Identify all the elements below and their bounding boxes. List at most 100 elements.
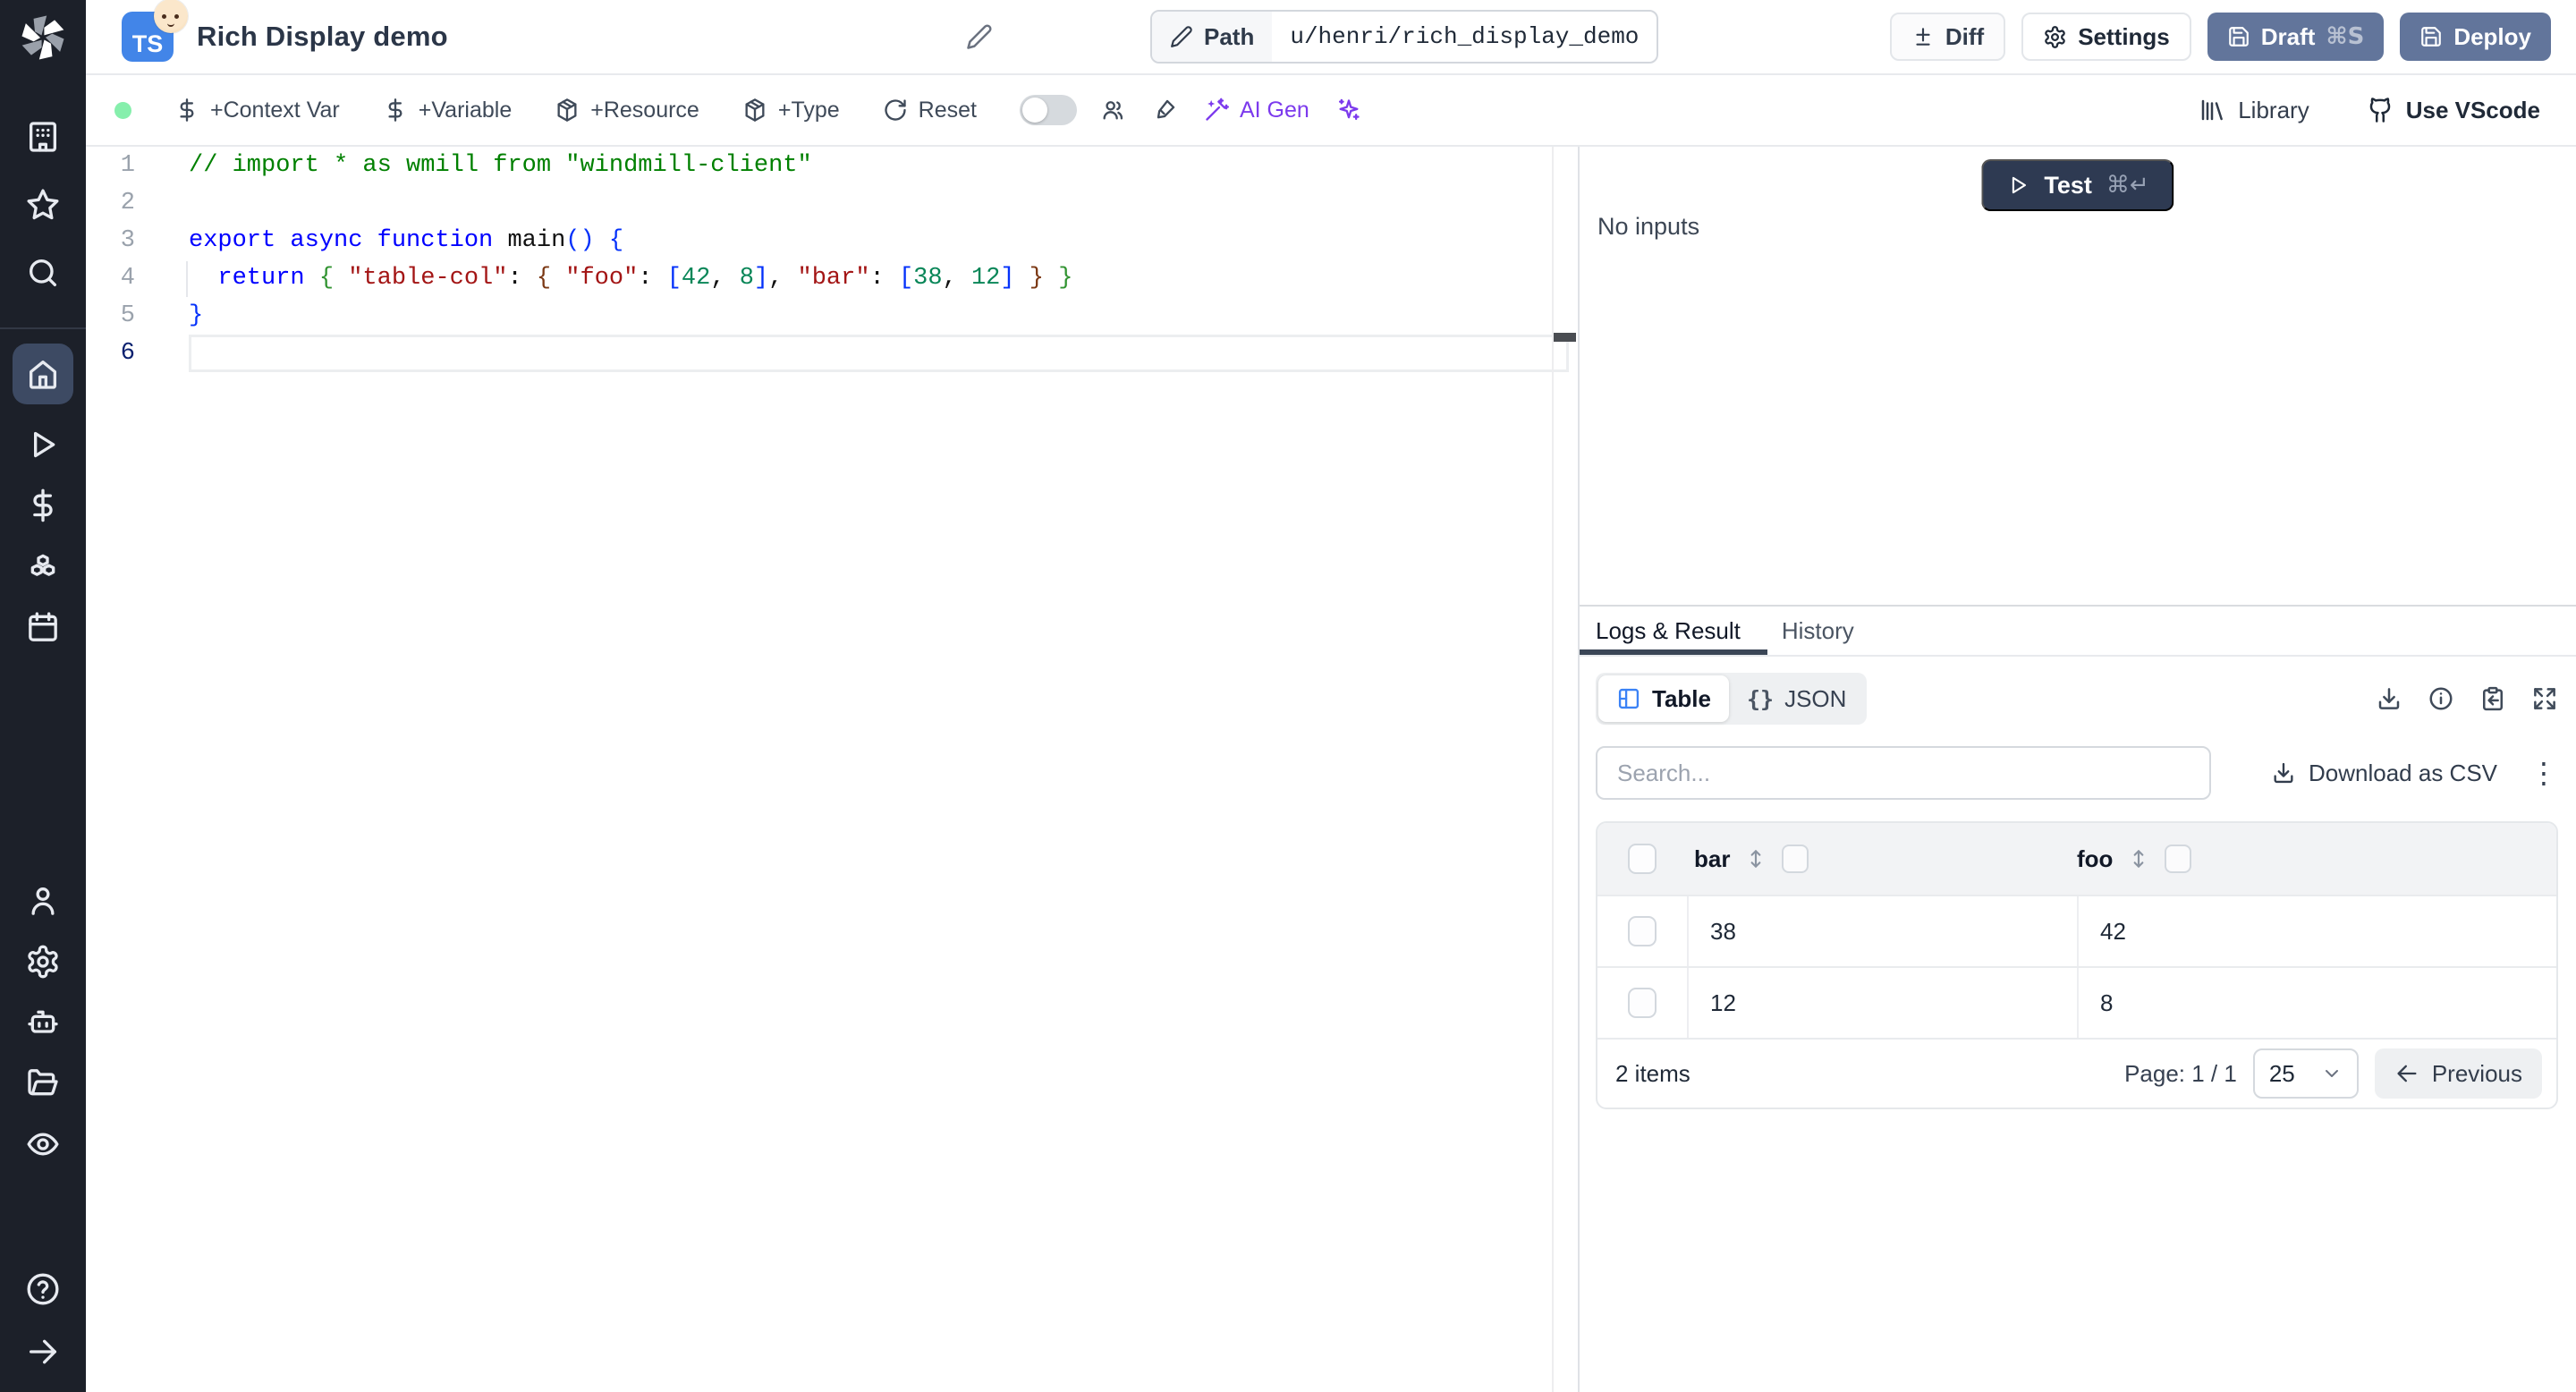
path-label: Path — [1204, 22, 1255, 50]
table-menu-kebab-icon[interactable]: ⋮ — [2529, 759, 2558, 787]
test-shortcut: ⌘↵ — [2106, 172, 2149, 199]
sidebar-item-home[interactable] — [13, 344, 73, 404]
typescript-language-badge: TS — [122, 0, 188, 62]
page-title: Rich Display demo — [197, 21, 448, 52]
view-table-button[interactable]: Table — [1598, 675, 1729, 722]
column-toggle-checkbox[interactable] — [2165, 845, 2192, 873]
table-search-input[interactable] — [1596, 746, 2211, 800]
editor-gutter: 1 2 3 4 5 6 — [86, 147, 189, 372]
overview-cursor-mark — [1554, 333, 1576, 342]
column-toggle-checkbox[interactable] — [1782, 845, 1809, 873]
table-row: 12 8 — [1597, 966, 2556, 1038]
multiplayer-users-icon[interactable] — [1100, 98, 1125, 123]
add-resource-button[interactable]: +Resource — [555, 98, 699, 123]
format-paintbrush-icon[interactable] — [1152, 98, 1177, 123]
tab-logs-result[interactable]: Logs & Result — [1580, 607, 1767, 655]
live-status-dot — [114, 101, 131, 119]
collapse-arrow-right-icon[interactable] — [24, 1333, 62, 1371]
table-header: bar foo — [1597, 823, 2556, 895]
line-number: 6 — [120, 340, 135, 367]
sidebar-divider — [0, 327, 86, 329]
gear-icon — [2043, 25, 2067, 49]
code-line[interactable] — [189, 335, 1569, 372]
sidebar-item-users[interactable] — [24, 882, 62, 920]
ai-gen-button[interactable]: AI Gen — [1204, 98, 1309, 123]
windmill-logo[interactable] — [18, 13, 68, 63]
table-cell: 38 — [1687, 896, 2077, 966]
path-value: u/henri/rich_display_demo — [1290, 23, 1640, 50]
editor-code-area[interactable]: // import * as wmill from "windmill-clie… — [189, 147, 1569, 372]
favorites-star-icon[interactable] — [24, 186, 62, 224]
sidebar-item-folders-open[interactable] — [24, 1065, 62, 1102]
items-count: 2 items — [1615, 1059, 1690, 1087]
sort-icon[interactable] — [2127, 847, 2150, 870]
table-cell: 8 — [2077, 968, 2556, 1038]
code-editor[interactable]: 1 2 3 4 5 6 // import * as wmill from "windmi… — [86, 147, 1578, 1392]
code-line[interactable]: export async function main() { — [189, 222, 1569, 259]
deploy-button[interactable]: Deploy — [2400, 13, 2551, 61]
add-variable-button[interactable]: +Variable — [383, 98, 512, 123]
sidebar-item-variables[interactable] — [24, 487, 62, 524]
play-icon — [2012, 176, 2027, 194]
braces-icon: {} — [1746, 685, 1775, 712]
diff-icon — [1911, 25, 1935, 48]
row-checkbox[interactable] — [1628, 916, 1657, 946]
view-json-button[interactable]: {} JSON — [1729, 675, 1864, 722]
column-label: bar — [1694, 845, 1731, 872]
download-csv-button[interactable]: Download as CSV — [2271, 760, 2497, 787]
reset-button[interactable]: Reset — [883, 98, 977, 123]
collab-mode-toggle[interactable] — [1019, 95, 1077, 125]
diff-button[interactable]: Diff — [1889, 13, 2006, 61]
sidebar-item-audit-eye[interactable] — [24, 1125, 62, 1163]
sidebar-item-resources-boxes[interactable] — [24, 547, 62, 585]
settings-button[interactable]: Settings — [2021, 13, 2191, 61]
windmill-script-editor: TS Rich Display demo Path u/henri/rich_d… — [0, 0, 2576, 1392]
table-icon — [1618, 688, 1640, 709]
workspace-building-icon[interactable] — [24, 118, 62, 156]
library-button[interactable]: Library — [2199, 97, 2309, 124]
sidebar-item-schedules-calendar[interactable] — [24, 608, 62, 646]
code-line[interactable]: // import * as wmill from "windmill-clie… — [189, 147, 1569, 184]
use-vscode-button[interactable]: Use VScode — [2367, 97, 2540, 124]
code-line[interactable]: } — [189, 297, 1569, 335]
chevron-down-icon — [2325, 1070, 2338, 1077]
line-number: 5 — [120, 302, 135, 329]
tab-history[interactable]: History — [1782, 607, 1854, 655]
download-result-icon[interactable] — [2376, 685, 2402, 712]
previous-page-button[interactable]: Previous — [2374, 1048, 2542, 1099]
clipboard-paste-icon[interactable] — [2479, 685, 2506, 712]
script-emoji-baby — [154, 0, 188, 33]
edit-title-pencil-icon[interactable] — [966, 23, 993, 50]
sidebar-item-workers-robot[interactable] — [24, 1004, 62, 1041]
sparkles-icon[interactable] — [1336, 98, 1361, 123]
search-icon[interactable] — [24, 254, 62, 292]
select-all-checkbox[interactable] — [1628, 844, 1657, 874]
add-type-button[interactable]: +Type — [742, 98, 840, 123]
inputs-area: Test ⌘↵ No inputs — [1580, 147, 2576, 607]
sort-icon[interactable] — [1744, 847, 1767, 870]
code-line[interactable]: return { "table-col": { "foo": [42, 8], … — [189, 259, 1569, 297]
code-line[interactable] — [189, 184, 1569, 222]
script-path[interactable]: Path u/henri/rich_display_demo — [1150, 10, 1659, 64]
expand-icon[interactable] — [2531, 685, 2558, 712]
editor-toolbar: +Context Var +Variable +Resource +Type R… — [86, 75, 2576, 147]
save-icon — [2227, 25, 2250, 48]
run-panel: Test ⌘↵ No inputs Logs & Result History — [1578, 147, 2576, 1392]
indent-guide — [186, 261, 188, 297]
row-checkbox[interactable] — [1628, 988, 1657, 1018]
test-button[interactable]: Test ⌘↵ — [1981, 159, 2174, 211]
table-row: 38 42 — [1597, 895, 2556, 966]
page-size-select[interactable]: 25 — [2252, 1048, 2359, 1099]
save-draft-button[interactable]: Draft ⌘S — [2207, 13, 2385, 61]
info-icon[interactable] — [2428, 685, 2454, 712]
topbar: TS Rich Display demo Path u/henri/rich_d… — [86, 0, 2576, 75]
add-context-var-button[interactable]: +Context Var — [174, 98, 340, 123]
result-table: bar foo 38 42 12 8 2 items Page: 1 / 1 25 — [1596, 821, 2558, 1109]
sidebar — [0, 0, 86, 1392]
line-number: 2 — [120, 190, 135, 216]
sidebar-item-runs[interactable] — [24, 426, 62, 463]
sidebar-item-settings-gear[interactable] — [24, 943, 62, 980]
help-circle-icon[interactable] — [24, 1270, 62, 1308]
page-indicator: Page: 1 / 1 — [2124, 1059, 2237, 1087]
table-cell: 42 — [2077, 896, 2556, 966]
